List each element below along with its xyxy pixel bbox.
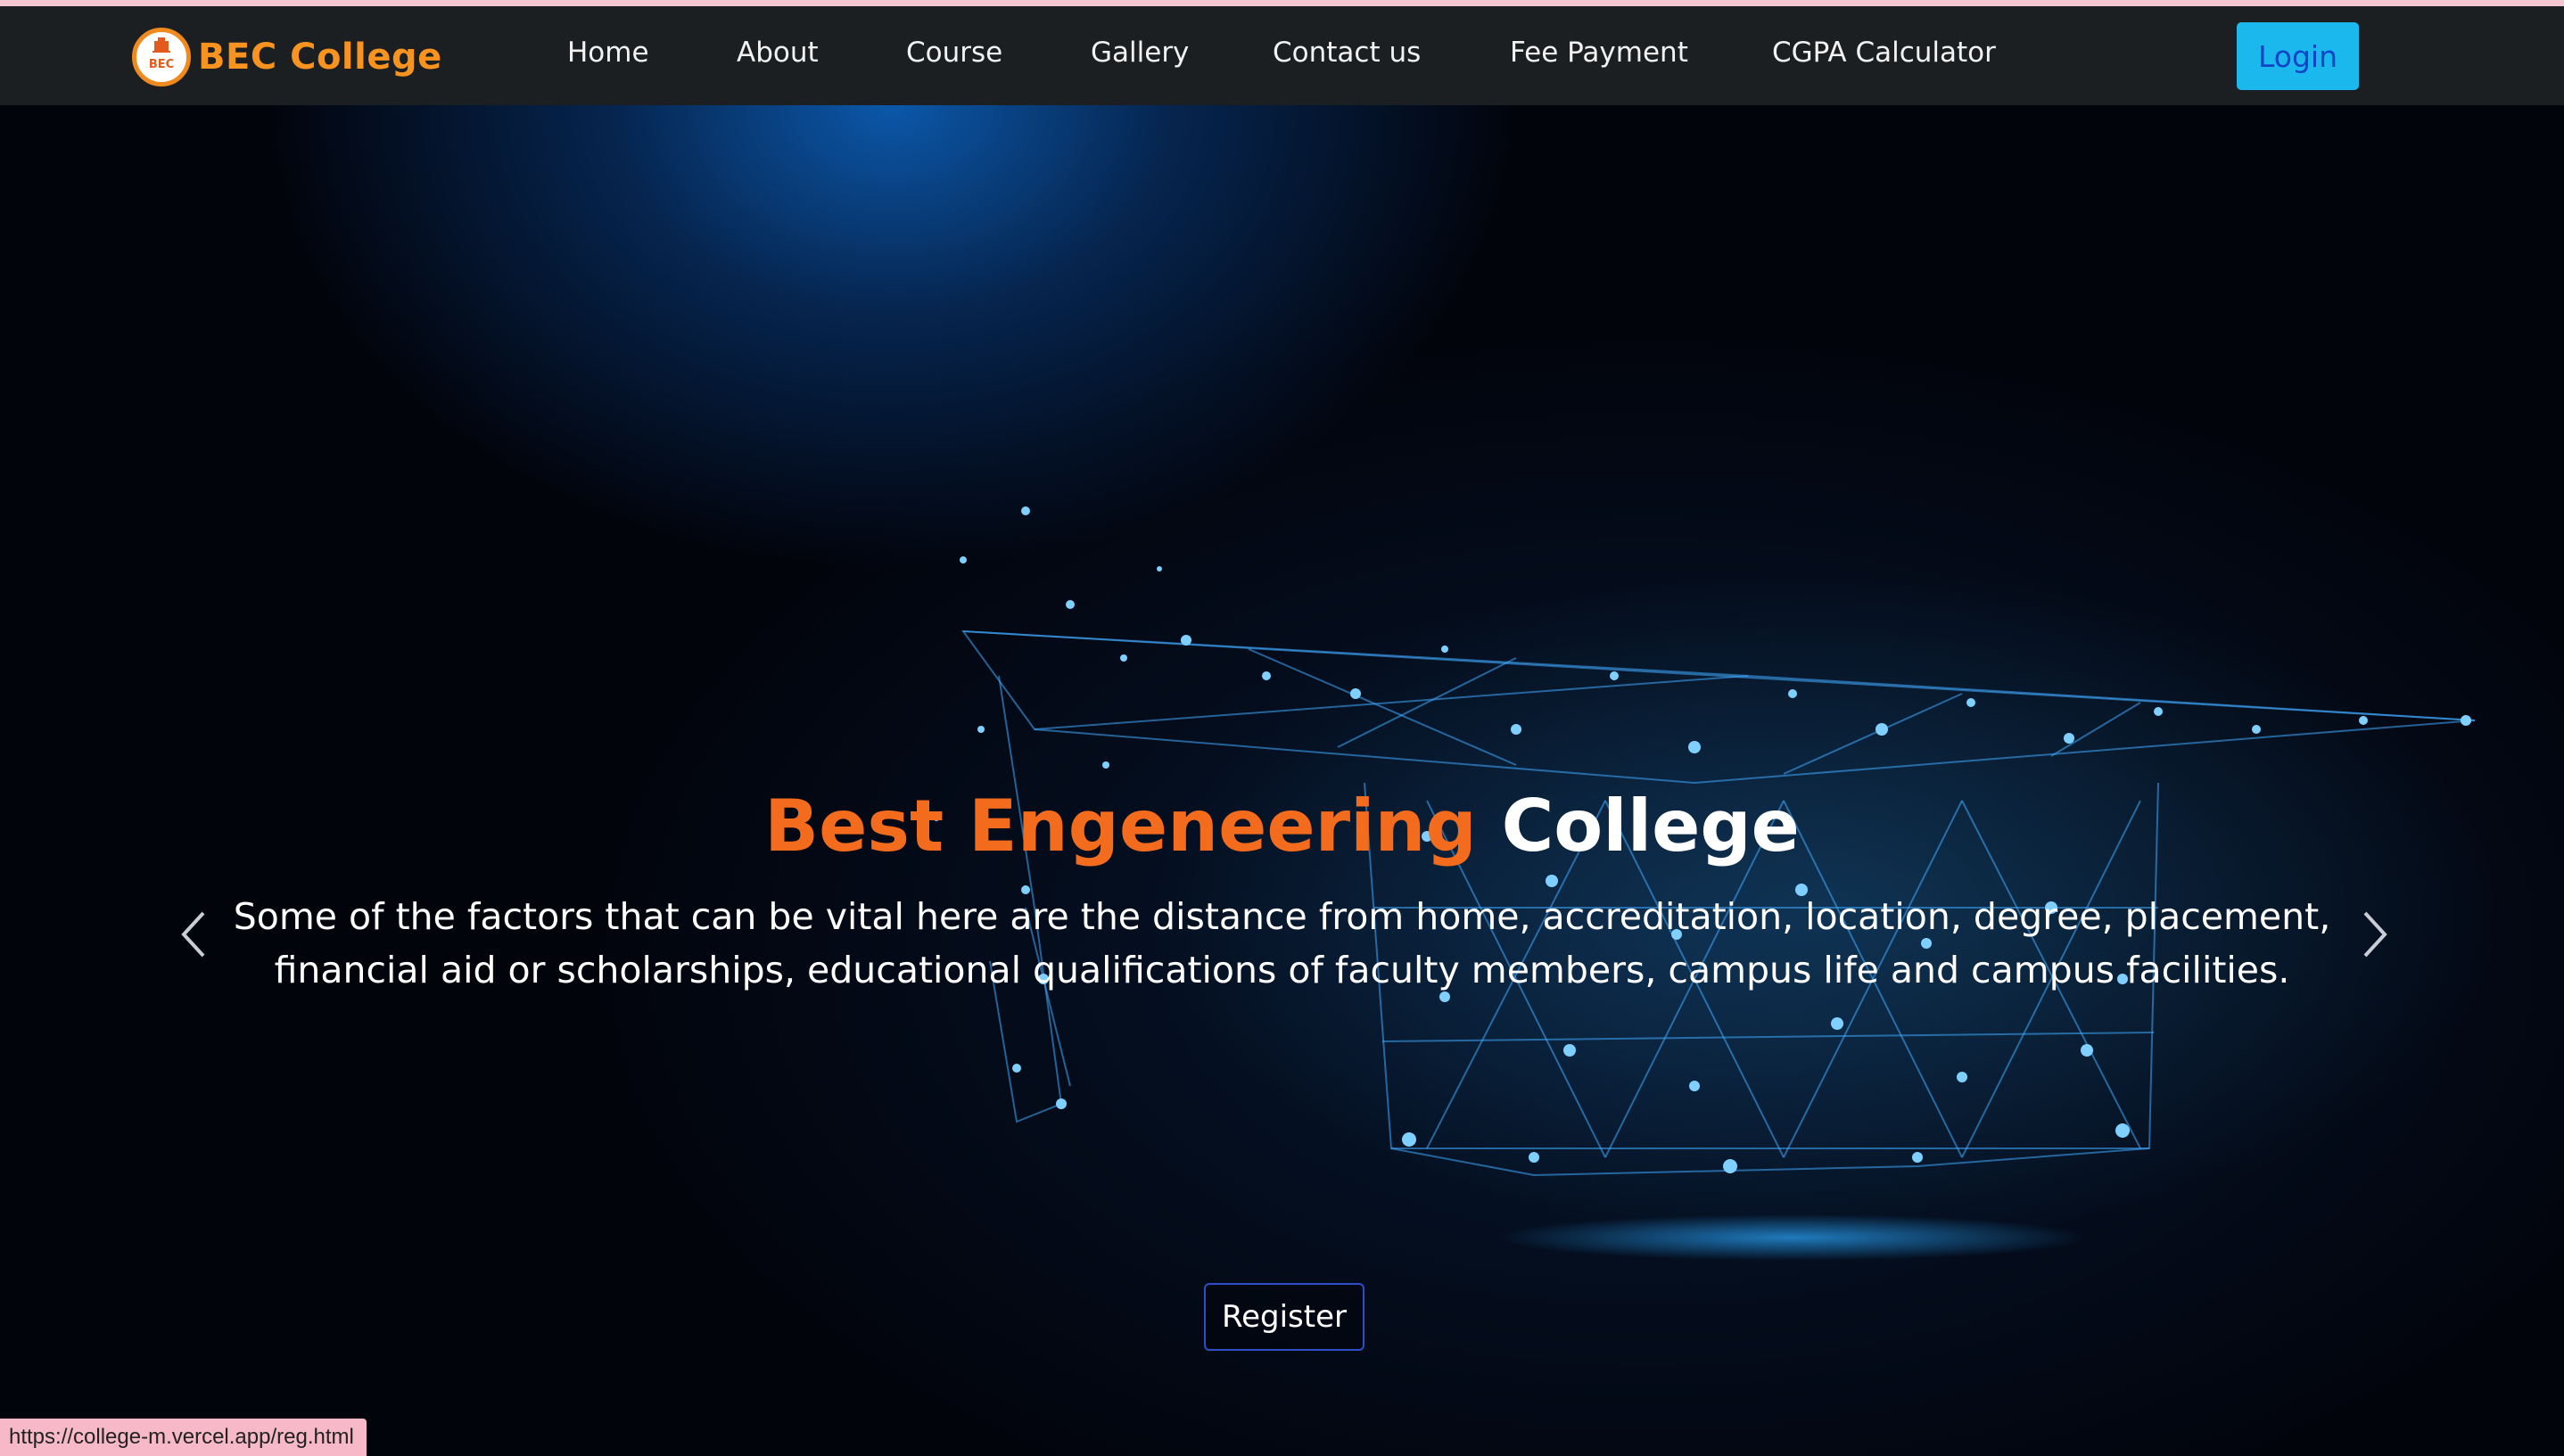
chevron-left-icon (181, 911, 205, 958)
navbar: BEC BEC College Home About Course Galler… (0, 6, 2564, 105)
graduation-cap-illustration (934, 506, 2506, 1261)
nav-course[interactable]: Course (906, 37, 1002, 69)
nav-gallery[interactable]: Gallery (1091, 37, 1189, 69)
link-preview-url: https://college-m.vercel.app/reg.html (0, 1419, 367, 1456)
nav-home[interactable]: Home (567, 37, 649, 69)
nav-about[interactable]: About (737, 37, 819, 69)
brand-name: BEC College (198, 37, 442, 78)
chevron-right-icon (2363, 911, 2387, 958)
login-button[interactable]: Login (2237, 22, 2359, 90)
hero-title-rest: College (1501, 785, 1800, 868)
register-button[interactable]: Register (1204, 1283, 1364, 1351)
nav-cgpa-calculator[interactable]: CGPA Calculator (1772, 37, 1996, 69)
hero-carousel: Best Engeneering College Some of the fac… (0, 105, 2564, 1456)
nav-fee-payment[interactable]: Fee Payment (1510, 37, 1688, 69)
logo-text: BEC (149, 58, 174, 71)
hero-title: Best Engeneering College (0, 785, 2564, 868)
window-top-strip (0, 0, 2564, 6)
carousel-next-button[interactable] (2356, 908, 2392, 961)
nav-contact-us[interactable]: Contact us (1273, 37, 1421, 69)
hero-title-accent: Best Engeneering (764, 785, 1477, 868)
hero-description: Some of the factors that can be vital he… (233, 895, 2331, 991)
brand-link[interactable]: BEC BEC College (132, 26, 442, 88)
college-emblem-icon: BEC (132, 28, 191, 86)
page: BEC BEC College Home About Course Galler… (0, 0, 2564, 1456)
carousel-prev-button[interactable] (177, 908, 212, 961)
